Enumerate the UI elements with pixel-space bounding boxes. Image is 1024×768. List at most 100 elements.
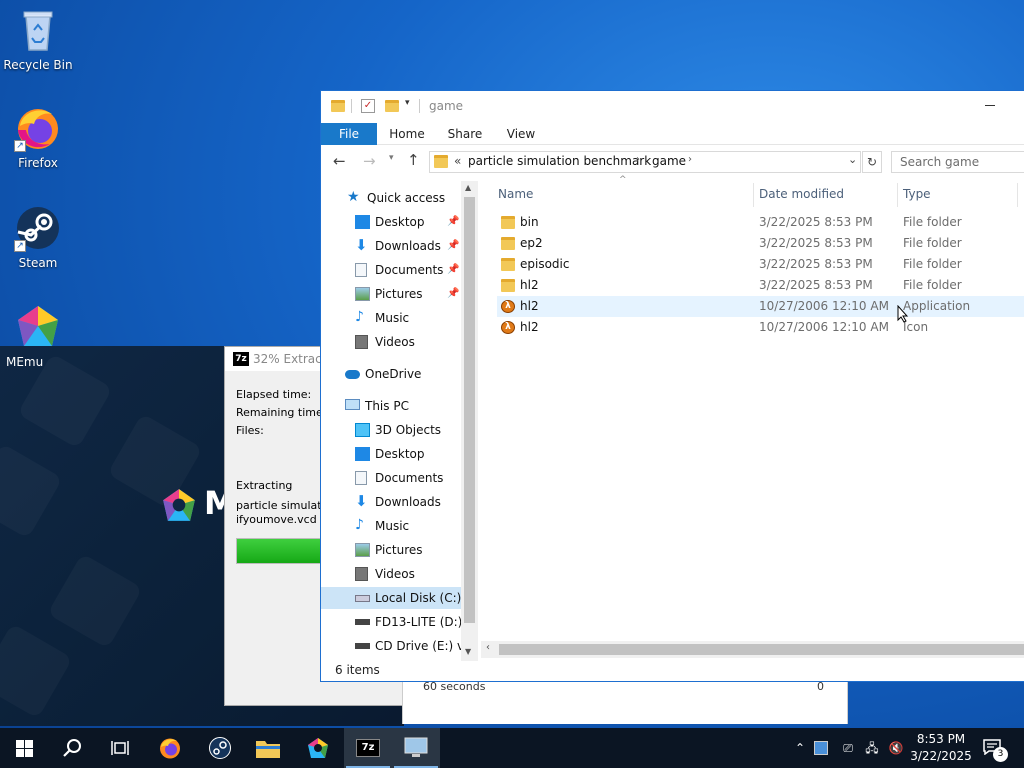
folder-icon [501,258,515,271]
navigation-scrollbar[interactable]: ▲ ▼ [461,181,478,661]
scrollbar-thumb[interactable] [499,644,1024,655]
task-view-button[interactable] [96,728,144,768]
volume-muted-icon[interactable]: 🔇 [886,728,906,768]
tab-share[interactable]: Share [443,123,487,145]
nav-item-music[interactable]: ♪ Music [355,515,465,537]
action-center-button[interactable]: 3 [980,728,1010,768]
clock[interactable]: 8:53 PM 3/22/2025 [910,728,972,768]
forward-icon[interactable]: → [363,152,376,170]
nav-item-videos[interactable]: Videos [355,331,465,353]
folder-icon [331,100,345,112]
file-row[interactable]: λ hl2 10/27/2006 12:10 AM Icon [497,317,1024,338]
nav-item-local-disk-c[interactable]: Local Disk (C:) [321,587,461,609]
taskbar-memu[interactable] [294,728,342,768]
breadcrumb-overflow[interactable]: « [454,154,461,168]
taskbar-firefox[interactable] [146,728,194,768]
divider [419,99,420,113]
column-header-name[interactable]: Name [498,183,533,205]
nav-item-fd13-lite-d[interactable]: FD13-LITE (D:) [355,611,465,633]
column-divider[interactable] [1017,183,1018,207]
star-icon: ★ [347,189,360,205]
computer-icon [345,399,360,410]
meet-now-icon[interactable]: ⎚ [838,728,858,768]
scroll-left-icon[interactable]: ‹ [486,642,490,653]
column-header-date-modified[interactable]: Date modified [759,183,844,205]
film-icon [355,335,368,349]
tab-home[interactable]: Home [385,123,429,145]
background-pattern [0,443,63,539]
mouse-cursor-icon [897,304,909,326]
properties-icon[interactable]: ✓ [361,99,375,113]
nav-item-music[interactable]: ♪ Music [355,307,465,329]
nav-item-pictures[interactable]: Pictures [355,539,465,561]
file-row[interactable]: bin 3/22/2025 8:53 PM File folder [497,212,1024,233]
tab-file[interactable]: File [321,123,377,145]
shortcut-arrow-icon: ↗ [14,240,26,252]
nav-onedrive[interactable]: OneDrive [345,363,465,385]
status-bar-item-count: 6 items [335,663,380,677]
chevron-down-icon[interactable]: ⌄ [848,153,857,166]
nav-item-3d-objects[interactable]: 3D Objects [355,419,465,441]
up-icon[interactable]: ↑ [407,151,420,169]
file-row[interactable]: hl2 3/22/2025 8:53 PM File folder [497,275,1024,296]
nav-quick-access[interactable]: ★ Quick access [347,187,477,209]
taskbar-file-explorer[interactable] [244,728,292,768]
desktop-icon-steam[interactable]: ↗ Steam [0,204,76,270]
taskbar-explorer-window[interactable] [392,728,440,768]
computer-icon [404,737,428,757]
minimize-icon[interactable] [985,105,995,106]
half-life-icon: λ [501,321,515,334]
music-note-icon: ♪ [355,309,364,325]
chevron-down-icon[interactable]: ▾ [405,98,410,108]
elapsed-time-label: Elapsed time: [236,388,312,401]
memu-logo-icon [160,486,198,527]
nav-item-pictures[interactable]: Pictures 📌 [355,283,465,305]
file-row[interactable]: λ hl2 10/27/2006 12:10 AM Application [497,296,1024,317]
pin-icon: 📌 [447,264,460,275]
scroll-down-icon[interactable]: ▼ [465,647,471,656]
scrollbar-thumb[interactable] [464,197,475,623]
nav-item-desktop[interactable]: Desktop 📌 [355,211,465,233]
recent-locations-icon[interactable]: ▾ [389,153,394,163]
new-folder-icon[interactable] [385,100,399,112]
show-hidden-icons-icon[interactable]: ⌃ [790,728,810,768]
nav-item-downloads[interactable]: ⬇ Downloads [355,491,465,513]
explorer-titlebar[interactable]: ✓ ▾ game [321,91,1024,123]
nav-item-documents[interactable]: Documents 📌 [355,259,465,281]
back-icon[interactable]: ← [333,152,346,170]
nav-item-downloads[interactable]: ⬇ Downloads 📌 [355,235,465,257]
network-adapter-icon[interactable] [814,741,828,755]
nav-item-videos[interactable]: Videos [355,563,465,585]
desktop-icon-firefox[interactable]: ↗ Firefox [0,104,76,170]
column-divider[interactable] [897,183,898,207]
file-row[interactable]: episodic 3/22/2025 8:53 PM File folder [497,254,1024,275]
7zip-icon: 7z [356,739,380,757]
breadcrumb-separator-icon[interactable]: › [688,154,692,165]
nav-item-desktop[interactable]: Desktop [355,443,465,465]
column-header-type[interactable]: Type [903,183,931,205]
nav-this-pc[interactable]: This PC [345,395,465,417]
scroll-up-icon[interactable]: ▲ [465,183,471,192]
start-button[interactable] [0,728,48,768]
breadcrumb-item-game[interactable]: game [652,154,686,168]
search-button[interactable] [48,728,96,768]
navigation-pane[interactable]: ★ Quick access Desktop 📌 ⬇ Downloads 📌 D… [321,181,481,661]
clock-time: 8:53 PM [916,732,966,746]
taskbar-7zip[interactable]: 7z [344,728,392,768]
search-input[interactable]: Search game [891,151,1024,173]
desktop-icon-recycle-bin[interactable]: Recycle Bin [0,6,76,72]
address-bar[interactable]: « particle simulation benchmark › game ›… [429,151,861,173]
nav-item-documents[interactable]: Documents [355,467,465,489]
network-icon[interactable]: 🖧 [862,728,882,768]
refresh-icon[interactable]: ↻ [862,151,882,173]
taskbar-steam[interactable] [196,728,244,768]
file-explorer-window[interactable]: ✓ ▾ game File Home Share View ← → ▾ ↑ « … [320,90,1024,682]
tab-view[interactable]: View [499,123,543,145]
breadcrumb-item-particle-simulation-benchmark[interactable]: particle simulation benchmark [468,154,651,168]
column-divider[interactable] [753,183,754,207]
file-list-horizontal-scrollbar[interactable]: ‹ [481,641,1024,658]
folder-icon [434,155,448,168]
file-row[interactable]: ep2 3/22/2025 8:53 PM File folder [497,233,1024,254]
nav-item-cd-drive-e[interactable]: CD Drive (E:) virt [355,635,477,657]
breadcrumb-separator-icon[interactable]: › [636,154,640,165]
